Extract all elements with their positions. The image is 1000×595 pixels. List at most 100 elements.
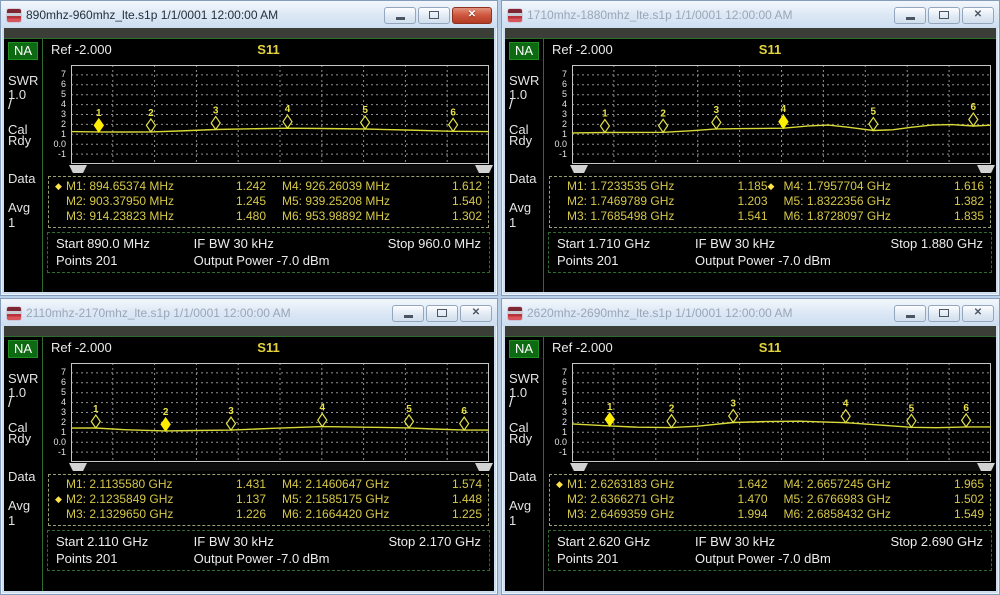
channel-badge[interactable]: NA <box>8 42 39 60</box>
plot-scrollbar[interactable] <box>570 165 995 173</box>
marker-diamond-4[interactable] <box>840 408 851 424</box>
scale-label[interactable]: 1.0/ <box>509 88 543 112</box>
restore-button[interactable] <box>426 304 458 322</box>
titlebar[interactable]: 1710mhz-1880mhz_lte.s1p 1/1/0001 12:00:0… <box>502 1 999 28</box>
marker-frequency-4: M4: 1.7957704 GHz <box>783 179 891 193</box>
close-button[interactable]: ✕ <box>962 6 994 24</box>
format-label[interactable]: SWR <box>8 73 42 88</box>
scale-label[interactable]: 1.0/ <box>8 88 42 112</box>
window-2110mhz-2170mhz: 2110mhz-2170mhz_lte.s1p 1/1/0001 12:00:0… <box>0 298 498 595</box>
scale-label[interactable]: 1.0/ <box>8 386 42 410</box>
plot-area[interactable]: 1 2 3 4 5 6 <box>572 65 991 164</box>
close-button[interactable]: ✕ <box>962 304 994 322</box>
swr-trace <box>71 425 489 432</box>
close-button[interactable]: ✕ <box>452 6 492 24</box>
scroll-handle-right-icon[interactable] <box>475 463 493 471</box>
scroll-handle-left-icon[interactable] <box>69 165 87 173</box>
marker-diamond-5[interactable] <box>906 413 917 429</box>
titlebar[interactable]: 2110mhz-2170mhz_lte.s1p 1/1/0001 12:00:0… <box>1 299 497 326</box>
minimize-button[interactable] <box>894 304 926 322</box>
window-content: NA SWR 1.0/ Cal Rdy Data Avg 1 Ref -2.000 … <box>505 28 996 292</box>
marker-diamond-4[interactable] <box>778 114 789 130</box>
marker-diamond-3[interactable] <box>210 115 221 131</box>
format-label[interactable]: SWR <box>509 371 543 386</box>
marker-diamond-6[interactable] <box>458 416 470 432</box>
window-controls: ✕ <box>894 304 994 322</box>
swr-plot: 1 2 3 4 5 6 <box>71 65 489 164</box>
active-marker-indicator <box>55 507 66 522</box>
marker-diamond-5[interactable] <box>359 114 371 131</box>
y-tick-label: 6 <box>60 79 66 90</box>
marker-number-3: 3 <box>714 105 720 116</box>
close-button[interactable]: ✕ <box>460 304 492 322</box>
scroll-handle-right-icon[interactable] <box>977 165 995 173</box>
marker-diamond-1[interactable] <box>90 413 102 430</box>
format-label[interactable]: SWR <box>8 371 42 386</box>
marker-diamond-4[interactable] <box>282 114 293 130</box>
plot-area[interactable]: 1 2 3 4 5 6 <box>572 363 991 462</box>
marker-frequency-2: M2: 903.37950 MHz <box>66 194 175 208</box>
marker-diamond-1[interactable] <box>599 118 611 134</box>
swr-plot: 1 2 3 4 5 6 <box>572 363 991 462</box>
marker-value-3: 1.480 <box>235 209 266 223</box>
y-tick-label: 5 <box>60 387 66 398</box>
y-axis-labels: 7 6 5 4 3 2 1 0.0 -1 <box>544 363 570 462</box>
marker-diamond-2[interactable] <box>657 118 669 134</box>
output-power: Output Power -7.0 dBm <box>695 551 831 566</box>
plot-scrollbar[interactable] <box>570 463 995 471</box>
plot-area[interactable]: 1 2 3 4 5 6 <box>71 65 489 164</box>
titlebar[interactable]: 2620mhz-2690mhz_lte.s1p 1/1/0001 12:00:0… <box>502 299 999 326</box>
marker-diamond-5[interactable] <box>868 116 879 132</box>
scroll-handle-right-icon[interactable] <box>977 463 995 471</box>
marker-diamond-1[interactable] <box>604 411 616 427</box>
restore-button[interactable] <box>418 6 450 24</box>
marker-diamond-2[interactable] <box>666 413 677 429</box>
minimize-icon <box>403 315 413 318</box>
swr-plot: 1 2 3 4 5 6 <box>572 65 991 164</box>
marker-diamond-3[interactable] <box>727 408 739 424</box>
plot-scrollbar[interactable] <box>69 463 493 471</box>
marker-value-2: 1.470 <box>737 492 768 506</box>
scale-label[interactable]: 1.0/ <box>509 386 543 410</box>
channel-badge[interactable]: NA <box>509 340 540 358</box>
active-marker-indicator <box>266 194 282 209</box>
marker-diamond-3[interactable] <box>225 416 237 432</box>
marker-diamond-6[interactable] <box>968 111 979 128</box>
minimize-button[interactable] <box>384 6 416 24</box>
scroll-handle-right-icon[interactable] <box>475 165 493 173</box>
y-tick-label: 6 <box>561 377 567 388</box>
plot-scrollbar[interactable] <box>69 165 493 173</box>
restore-button[interactable] <box>928 304 960 322</box>
plot-area[interactable]: 1 2 3 4 5 6 <box>71 363 489 462</box>
channel-badge[interactable]: NA <box>8 340 39 358</box>
scroll-handle-left-icon[interactable] <box>570 165 588 173</box>
active-marker-indicator <box>556 194 567 209</box>
scroll-handle-left-icon[interactable] <box>570 463 588 471</box>
marker-diamond-2[interactable] <box>145 117 157 133</box>
marker-diamond-5[interactable] <box>403 413 415 429</box>
cal-ready-status: Cal Rdy <box>8 420 32 446</box>
active-marker-indicator <box>768 477 784 492</box>
y-tick-label: 6 <box>60 377 66 388</box>
restore-button[interactable] <box>928 6 960 24</box>
minimize-button[interactable] <box>392 304 424 322</box>
active-marker-indicator <box>768 492 784 507</box>
marker-diamond-3[interactable] <box>711 114 722 130</box>
format-label[interactable]: SWR <box>509 73 543 88</box>
marker-number-4: 4 <box>843 399 849 410</box>
minimize-button[interactable] <box>894 6 926 24</box>
close-icon: ✕ <box>973 307 983 318</box>
y-tick-label: 4 <box>60 397 66 408</box>
trace-name-label: S11 <box>257 340 280 355</box>
scroll-handle-left-icon[interactable] <box>69 463 87 471</box>
titlebar[interactable]: 890mhz-960mhz_lte.s1p 1/1/0001 12:00:00 … <box>1 1 497 28</box>
marker-diamond-6[interactable] <box>447 117 459 133</box>
marker-diamond-1[interactable] <box>93 117 105 133</box>
marker-diamond-2[interactable] <box>160 416 171 432</box>
marker-diamond-6[interactable] <box>960 412 972 428</box>
channel-badge[interactable]: NA <box>509 42 540 60</box>
y-axis-labels: 7 6 5 4 3 2 1 0.0 -1 <box>544 65 570 164</box>
minimize-icon <box>905 17 915 20</box>
active-marker-indicator <box>556 209 567 224</box>
marker-diamond-4[interactable] <box>317 412 328 428</box>
